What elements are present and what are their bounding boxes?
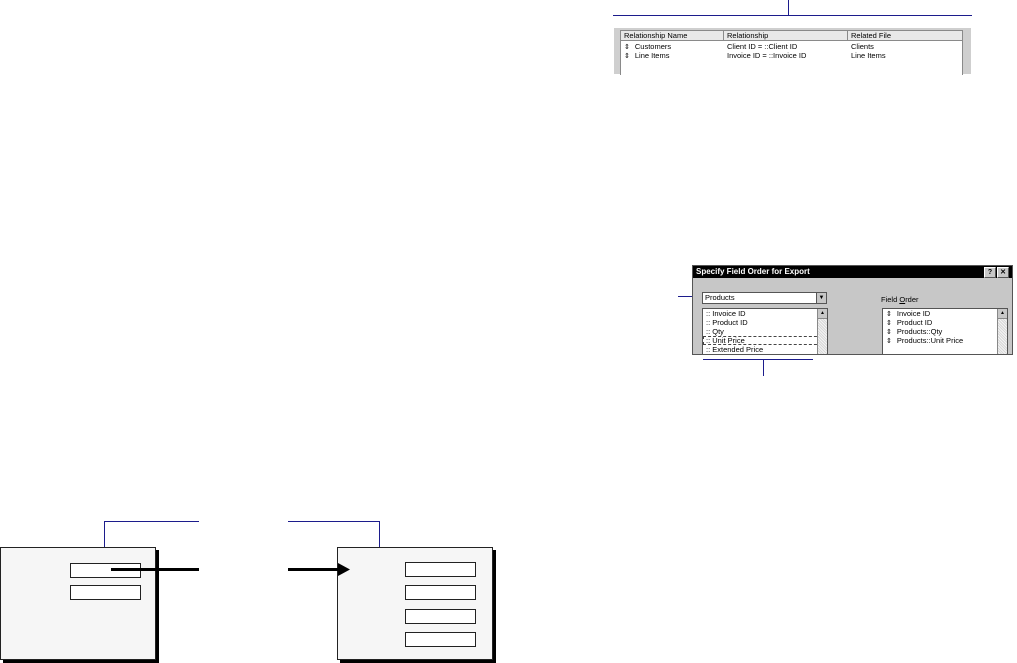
callout-line-dialog-bottom-v [763,359,764,376]
dialog-title-bar[interactable]: Specify Field Order for Export ? ✕ [693,266,1012,278]
relationship-name: Line Items [634,51,670,60]
column-header-relationship[interactable]: Relationship [724,31,848,40]
arrow-line-right [288,568,340,571]
dialog-title: Specify Field Order for Export [696,267,810,276]
callout-line-right-horizontal [288,521,379,522]
target-field-box [405,609,476,624]
field-order-list[interactable]: ⇕ Invoice ID ⇕ Product ID ⇕ Products::Qty ⇕… [882,308,1008,354]
relationships-header: Relationship Name Relationship Related F… [621,31,962,41]
file-select-value: Products [705,293,735,302]
list-item[interactable]: ⇕ Product ID [883,318,1007,327]
reorder-icon[interactable]: ⇕ [624,53,630,60]
reorder-icon[interactable]: ⇕ [886,320,892,327]
scrollbar[interactable]: ▲ [997,309,1007,354]
field-name: Products::Qty [896,327,943,336]
reorder-icon[interactable]: ⇕ [886,329,892,336]
callout-line-top-vertical [788,0,789,15]
list-item[interactable]: ⇕ Products::Qty [883,327,1007,336]
list-item[interactable]: ⇕ Invoice ID [883,309,1007,318]
target-field-box [405,562,476,577]
field-name: Product ID [896,318,933,327]
available-fields-list[interactable]: :: Invoice ID :: Product ID :: Qty :: Un… [702,308,828,354]
scrollbar[interactable]: ▲ [817,309,827,354]
reorder-icon[interactable]: ⇕ [886,311,892,318]
chevron-down-icon[interactable]: ▼ [816,293,826,303]
column-header-relationship-name[interactable]: Relationship Name [621,31,724,40]
field-order-label-rest: rder [905,295,919,304]
callout-line-dialog-bottom-h [703,359,813,360]
field-name: Products::Unit Price [896,336,964,345]
callout-line-left-horizontal [104,521,199,522]
table-row[interactable]: ⇕ Line Items Invoice ID = ::Invoice ID Li… [621,50,962,62]
field-order-label-prefix: Field [881,295,900,304]
target-layout-window [337,547,493,660]
list-item[interactable]: :: Extended Price [703,345,827,354]
source-field-box [70,585,141,600]
arrow-line-left [111,568,199,571]
close-button[interactable]: ✕ [997,267,1009,278]
target-field-box [405,632,476,647]
list-item[interactable]: :: Qty [703,327,827,336]
file-select-dropdown[interactable]: Products ▼ [702,292,827,304]
relationship-name-cell: ⇕ Line Items [621,50,724,62]
relationship-cell: Invoice ID = ::Invoice ID [727,51,807,60]
list-item[interactable]: :: Unit Price [703,336,827,345]
scroll-up-icon[interactable]: ▲ [818,309,827,319]
list-item[interactable]: :: Invoice ID [703,309,827,318]
callout-line-top-horizontal [613,15,972,16]
export-field-order-dialog: Specify Field Order for Export ? ✕ Produ… [692,265,1013,355]
relationships-table: Relationship Name Relationship Related F… [620,30,963,75]
help-button[interactable]: ? [984,267,996,278]
column-header-related-file[interactable]: Related File [848,31,962,40]
field-name: Invoice ID [896,309,931,318]
arrow-right-icon [338,563,350,576]
scroll-up-icon[interactable]: ▲ [998,309,1007,319]
target-field-box [405,585,476,600]
related-file-cell: Line Items [851,51,886,60]
reorder-icon[interactable]: ⇕ [886,338,892,345]
field-order-label: Field Order [881,295,919,304]
source-layout-window [0,547,156,660]
list-item[interactable]: :: Product ID [703,318,827,327]
list-item[interactable]: ⇕ Products::Unit Price [883,336,1007,345]
